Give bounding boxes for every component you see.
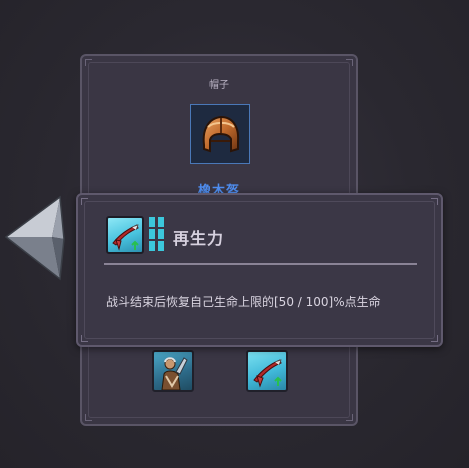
- equipment-slot-label: 帽子: [209, 80, 229, 91]
- skill-description: 战斗结束后恢复自己生命上限的[50 / 100]%点生命: [106, 295, 381, 309]
- tooltip-corner: [81, 198, 88, 205]
- tooltip-corner: [431, 198, 438, 205]
- tooltip-divider: [104, 263, 417, 265]
- panel-corner: [85, 59, 92, 66]
- skill-tooltip: 再生力 战斗结束后恢复自己生命上限的[50 / 100]%点生命: [76, 193, 443, 347]
- tooltip-corner: [81, 335, 88, 342]
- regeneration-skill-icon[interactable]: [246, 350, 288, 392]
- panel-corner: [346, 59, 353, 66]
- level-bars-icon: [149, 217, 165, 251]
- panel-corner: [85, 414, 92, 421]
- pointer-crystal-icon: [4, 195, 66, 281]
- skill-name: 再生力: [173, 229, 225, 248]
- barbarian-warrior-icon[interactable]: [152, 350, 194, 392]
- tooltip-corner: [431, 335, 438, 342]
- game-screen: 帽子 橡木盔 再生力 战斗结束后恢复自己生命上限的[50 / 100]%点生命: [0, 0, 469, 468]
- oak-helmet-icon[interactable]: [190, 104, 250, 164]
- panel-corner: [346, 414, 353, 421]
- regeneration-skill-icon: [106, 216, 144, 254]
